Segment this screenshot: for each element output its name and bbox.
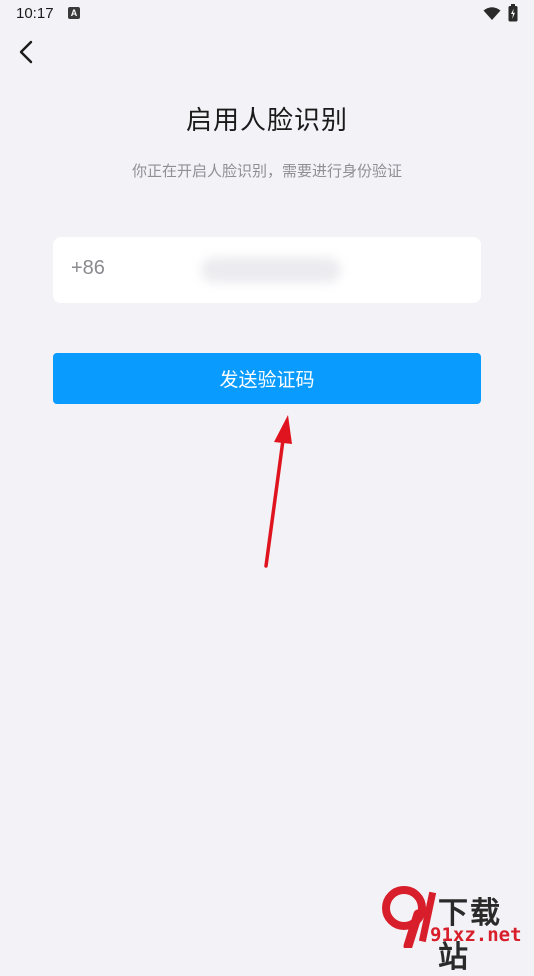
watermark: 下载站 91xz.net: [378, 884, 532, 975]
watermark-logo-icon: [382, 886, 437, 948]
annotation-arrow: [264, 415, 292, 568]
watermark-url: 91xz.net: [430, 924, 522, 946]
